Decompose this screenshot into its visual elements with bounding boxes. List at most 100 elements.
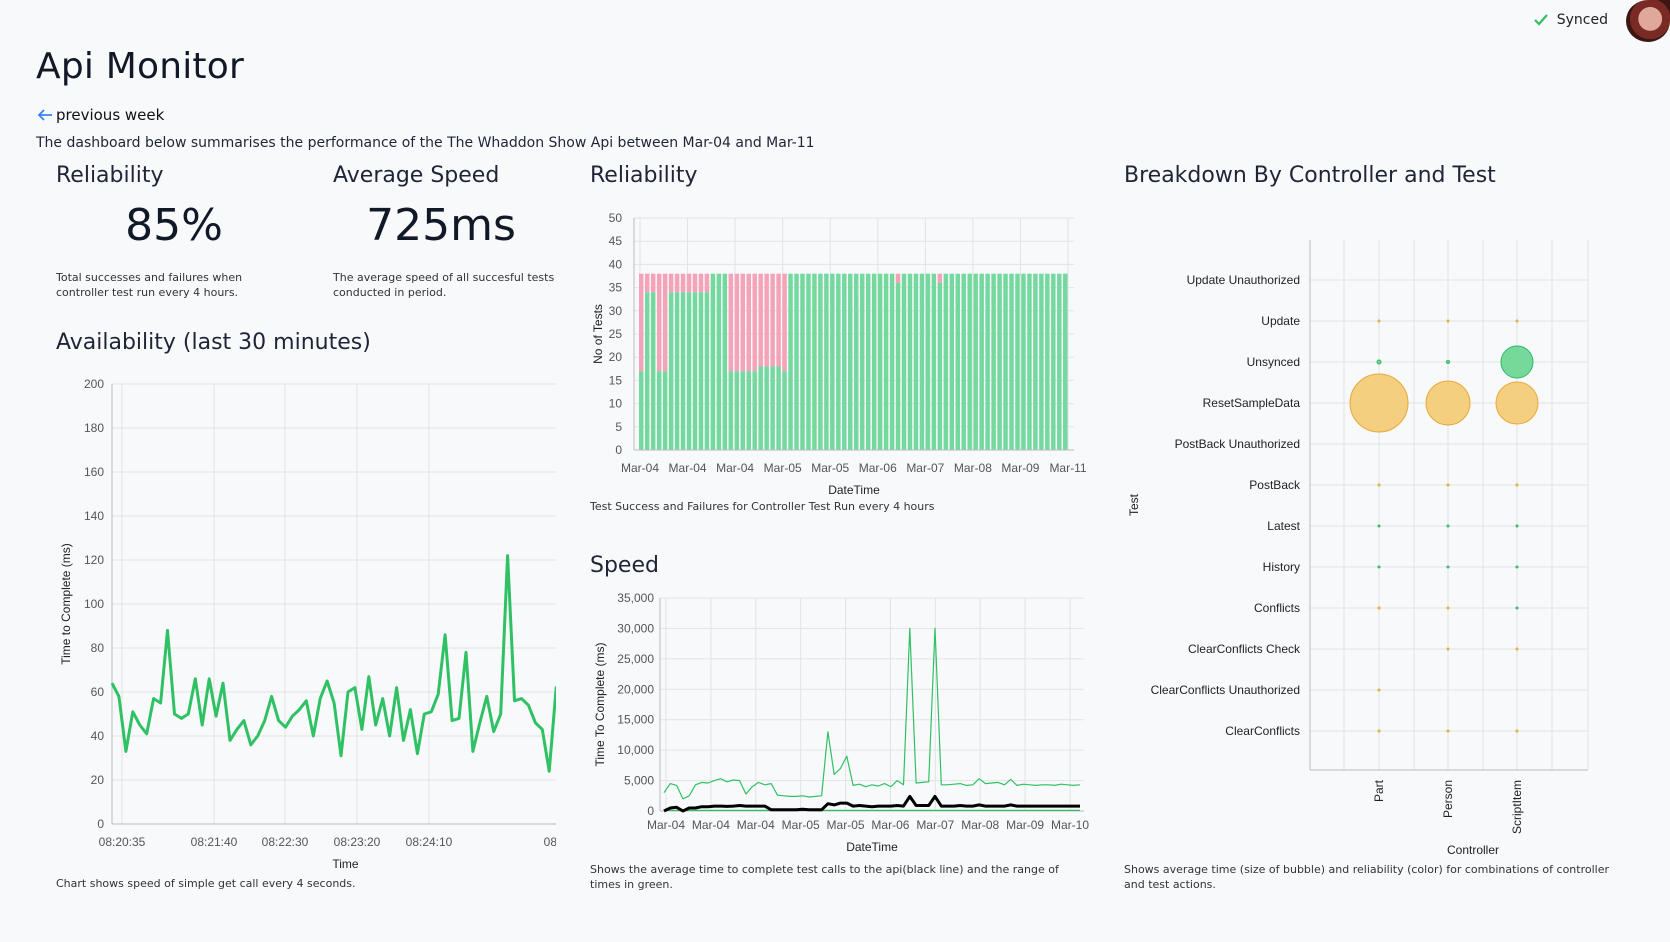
x-axis-title: DateTime	[846, 840, 898, 854]
success-bar	[764, 366, 769, 450]
breakdown-note: Shows average time (size of bubble) and …	[1124, 863, 1609, 891]
bubble-point	[1446, 483, 1450, 487]
success-bar	[800, 273, 805, 450]
success-bar	[1045, 273, 1050, 450]
breakdown-chart: Update Unauthorized Update Unsynced ResetSa…	[1127, 240, 1589, 857]
y-tick-label: 30	[609, 304, 623, 318]
success-bar	[985, 273, 990, 450]
bubble-point	[1446, 524, 1450, 528]
success-bar	[818, 273, 823, 450]
success-bar	[961, 273, 966, 450]
bubble-point	[1349, 373, 1409, 433]
x-tick-label: Mar-05	[811, 461, 849, 475]
top-bar: Synced	[1370, 0, 1670, 44]
breakdown-title: Breakdown By Controller and Test	[1124, 163, 1496, 188]
previous-week-link[interactable]: previous week	[36, 106, 164, 124]
y-tick-label: 120	[84, 553, 104, 567]
success-bar	[644, 292, 650, 450]
bubble-point	[1425, 380, 1471, 426]
x-tick-label: Mar-05	[782, 818, 820, 832]
success-bar	[806, 273, 811, 450]
success-bar	[776, 366, 781, 450]
y-tick-label: Update Unauthorized	[1187, 273, 1300, 287]
x-tick-label: Mar-06	[871, 818, 909, 832]
success-bar	[1063, 273, 1068, 450]
failure-bar	[704, 273, 710, 293]
x-tick-label: Mar-04	[737, 818, 775, 832]
y-tick-label: 80	[91, 641, 105, 655]
y-tick-label: 15,000	[617, 713, 654, 727]
x-axis-title: Controller	[1447, 843, 1499, 857]
bubble-point	[1515, 483, 1519, 487]
x-tick-label: 08:21:40	[191, 835, 238, 849]
x-tick-label: Part	[1372, 779, 1386, 802]
bubble-point	[1515, 319, 1519, 323]
x-tick-label: Mar-04	[647, 818, 685, 832]
x-tick-label: Mar-05	[827, 818, 865, 832]
success-bar	[907, 273, 913, 450]
dashboard-summary: The dashboard below summarises the perfo…	[36, 135, 815, 151]
y-axis-title: Test	[1127, 493, 1141, 516]
previous-week-label: previous week	[56, 106, 165, 124]
success-bar	[722, 273, 728, 450]
success-bar	[955, 273, 960, 450]
x-tick-label: Mar-06	[859, 461, 897, 475]
y-tick-label: 20,000	[617, 682, 654, 696]
success-bar	[1021, 273, 1026, 450]
failure-bar	[698, 273, 704, 293]
success-bar	[752, 371, 757, 450]
success-bar	[871, 273, 877, 450]
sync-status[interactable]: Synced	[1533, 12, 1608, 28]
y-tick-label: 160	[84, 465, 104, 479]
y-tick-label: ClearConflicts Check	[1188, 642, 1301, 656]
y-tick-label: 35,000	[617, 591, 654, 605]
y-tick-label: 25,000	[617, 652, 654, 666]
success-bar	[1057, 273, 1062, 450]
success-bar	[979, 273, 984, 450]
y-tick-label: PostBack Unauthorized	[1175, 437, 1300, 451]
bubble-point	[1515, 524, 1519, 528]
success-bar	[758, 366, 763, 450]
y-tick-label: Unsynced	[1247, 355, 1300, 369]
success-bar	[1051, 273, 1056, 450]
success-bar	[854, 273, 859, 450]
reliability-chart-title: Reliability	[590, 163, 698, 188]
y-tick-label: 45	[609, 234, 623, 248]
success-bar	[698, 292, 704, 450]
success-bar	[782, 371, 787, 450]
success-bar	[812, 273, 817, 450]
avatar[interactable]	[1626, 0, 1670, 42]
y-tick-label: 5,000	[624, 774, 654, 788]
y-tick-label: Conflicts	[1254, 601, 1300, 615]
x-tick-label: Mar-08	[954, 461, 992, 475]
x-tick-label: Mar-05	[764, 461, 802, 475]
failure-bar	[776, 273, 781, 367]
x-tick-label: 08:20:35	[99, 835, 146, 849]
success-bar	[650, 292, 656, 450]
success-bar	[1015, 273, 1020, 450]
failure-bar	[644, 273, 650, 293]
y-tick-label: 35	[609, 281, 623, 295]
kpi-reliability-value: 85%	[125, 200, 223, 251]
success-bar	[895, 282, 901, 450]
bubble-point	[1377, 319, 1381, 323]
y-tick-label: Latest	[1267, 519, 1300, 533]
failure-bar	[680, 273, 686, 293]
x-tick-label: 08:22:30	[262, 835, 309, 849]
bubble-point	[1515, 729, 1519, 733]
success-bar	[674, 292, 680, 450]
success-bar	[710, 273, 716, 450]
bubble-point	[1377, 606, 1381, 610]
success-bar	[704, 292, 710, 450]
bubble-point	[1377, 688, 1381, 692]
failure-bar	[937, 273, 943, 283]
success-bar	[639, 371, 644, 450]
x-tick-label: Mar-09	[1006, 818, 1044, 832]
y-tick-label: 200	[84, 377, 104, 391]
x-axis-title: DateTime	[828, 483, 880, 496]
success-bar	[824, 273, 829, 450]
bubble-point	[1446, 606, 1450, 610]
bubble-point	[1515, 606, 1519, 610]
kpi-speed-title: Average Speed	[333, 163, 500, 188]
bubble-point	[1446, 565, 1450, 569]
